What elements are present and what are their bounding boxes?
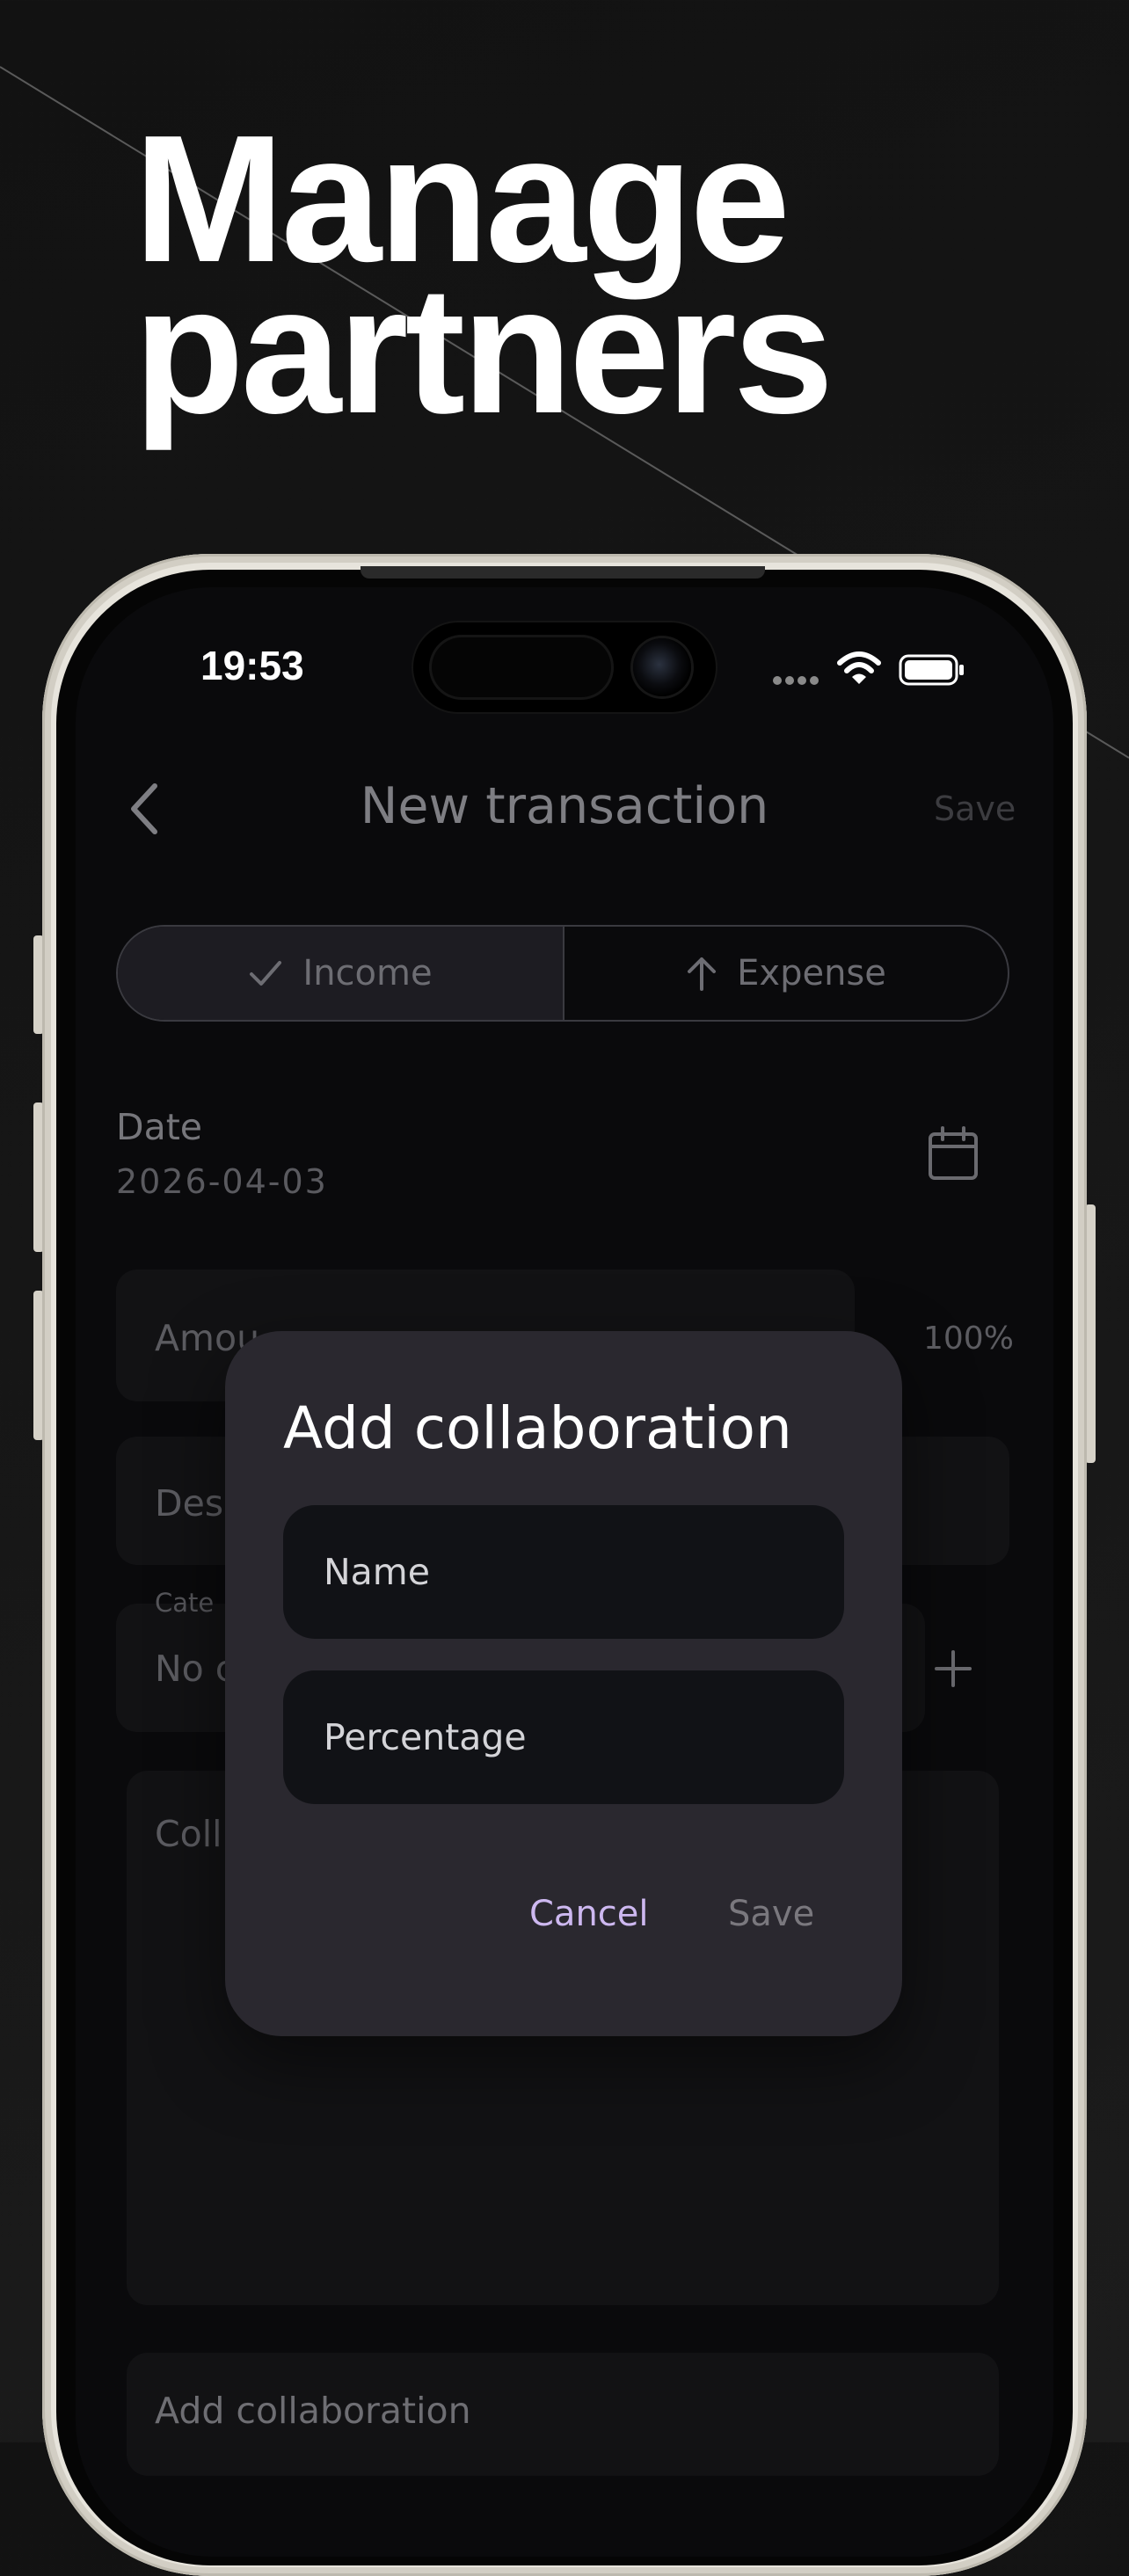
income-label: Income [302,953,433,993]
checkmark-icon [250,961,282,986]
collaborations-label: Coll [155,1813,222,1855]
expense-segment[interactable]: Expense [563,927,1008,1020]
add-collaboration-dialog: Add collaboration Cancel Save [225,1331,902,2036]
description-label: Des [155,1482,224,1524]
cancel-button[interactable]: Cancel [529,1894,649,1934]
income-segment[interactable]: Income [118,927,563,1020]
add-collaboration-link[interactable]: Add collaboration [155,2390,471,2432]
background-form: New transaction Save Income Expense Date… [0,0,1129,2476]
transaction-type-toggle: Income Expense [116,925,1009,1022]
percentage-input[interactable] [283,1670,844,1804]
name-input[interactable] [283,1505,844,1639]
date-value[interactable]: 2026-04-03 [116,1162,328,1201]
expense-label: Expense [737,953,886,993]
category-value: No c [155,1648,236,1690]
calendar-icon[interactable] [927,1125,980,1182]
date-label: Date [116,1106,202,1148]
category-label: Cate [155,1588,215,1618]
save-button[interactable]: Save [934,790,1016,828]
arrow-up-icon [688,957,717,991]
dialog-save-button[interactable]: Save [728,1894,814,1934]
add-category-plus-icon[interactable] [934,1649,972,1688]
amount-percentage: 100% [923,1321,1014,1357]
dialog-title: Add collaboration [283,1394,792,1462]
